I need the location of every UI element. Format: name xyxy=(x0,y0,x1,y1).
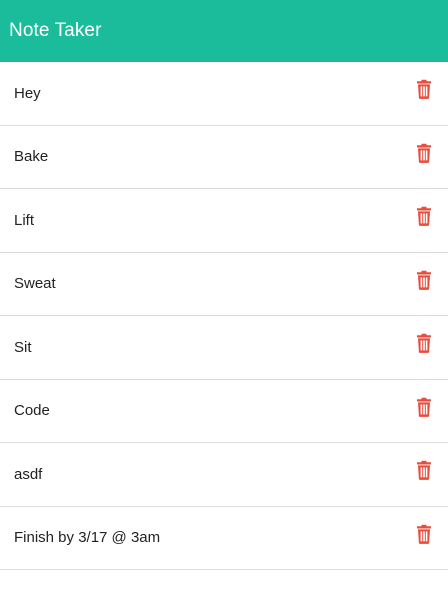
note-title[interactable]: Code xyxy=(14,402,50,419)
list-item[interactable]: Sweat xyxy=(0,253,448,316)
trash-icon[interactable] xyxy=(416,143,432,163)
trash-icon[interactable] xyxy=(416,206,432,227)
note-title[interactable]: Sit xyxy=(14,339,32,356)
trash-icon[interactable] xyxy=(416,524,432,544)
note-title[interactable]: Sweat xyxy=(14,275,56,292)
list-item[interactable]: asdf xyxy=(0,443,448,507)
navbar: Note Taker xyxy=(0,0,448,62)
note-list: Hey Bake Lift Sweat Sit Code asdf Finish… xyxy=(0,62,448,570)
list-item[interactable]: Hey xyxy=(0,62,448,126)
trash-icon[interactable] xyxy=(416,460,432,481)
list-item[interactable]: Bake xyxy=(0,126,448,189)
note-title[interactable]: Bake xyxy=(14,148,48,165)
app-title[interactable]: Note Taker xyxy=(9,20,102,42)
note-title[interactable]: Hey xyxy=(14,85,41,102)
trash-icon[interactable] xyxy=(416,270,432,290)
list-item[interactable]: Code xyxy=(0,380,448,443)
list-item[interactable]: Lift xyxy=(0,189,448,253)
list-item[interactable]: Finish by 3/17 @ 3am xyxy=(0,507,448,570)
trash-icon[interactable] xyxy=(416,397,432,417)
list-item[interactable]: Sit xyxy=(0,316,448,380)
note-title[interactable]: Lift xyxy=(14,212,34,229)
note-title[interactable]: Finish by 3/17 @ 3am xyxy=(14,529,160,546)
trash-icon[interactable] xyxy=(416,79,432,100)
trash-icon[interactable] xyxy=(416,333,432,354)
note-title[interactable]: asdf xyxy=(14,466,42,483)
